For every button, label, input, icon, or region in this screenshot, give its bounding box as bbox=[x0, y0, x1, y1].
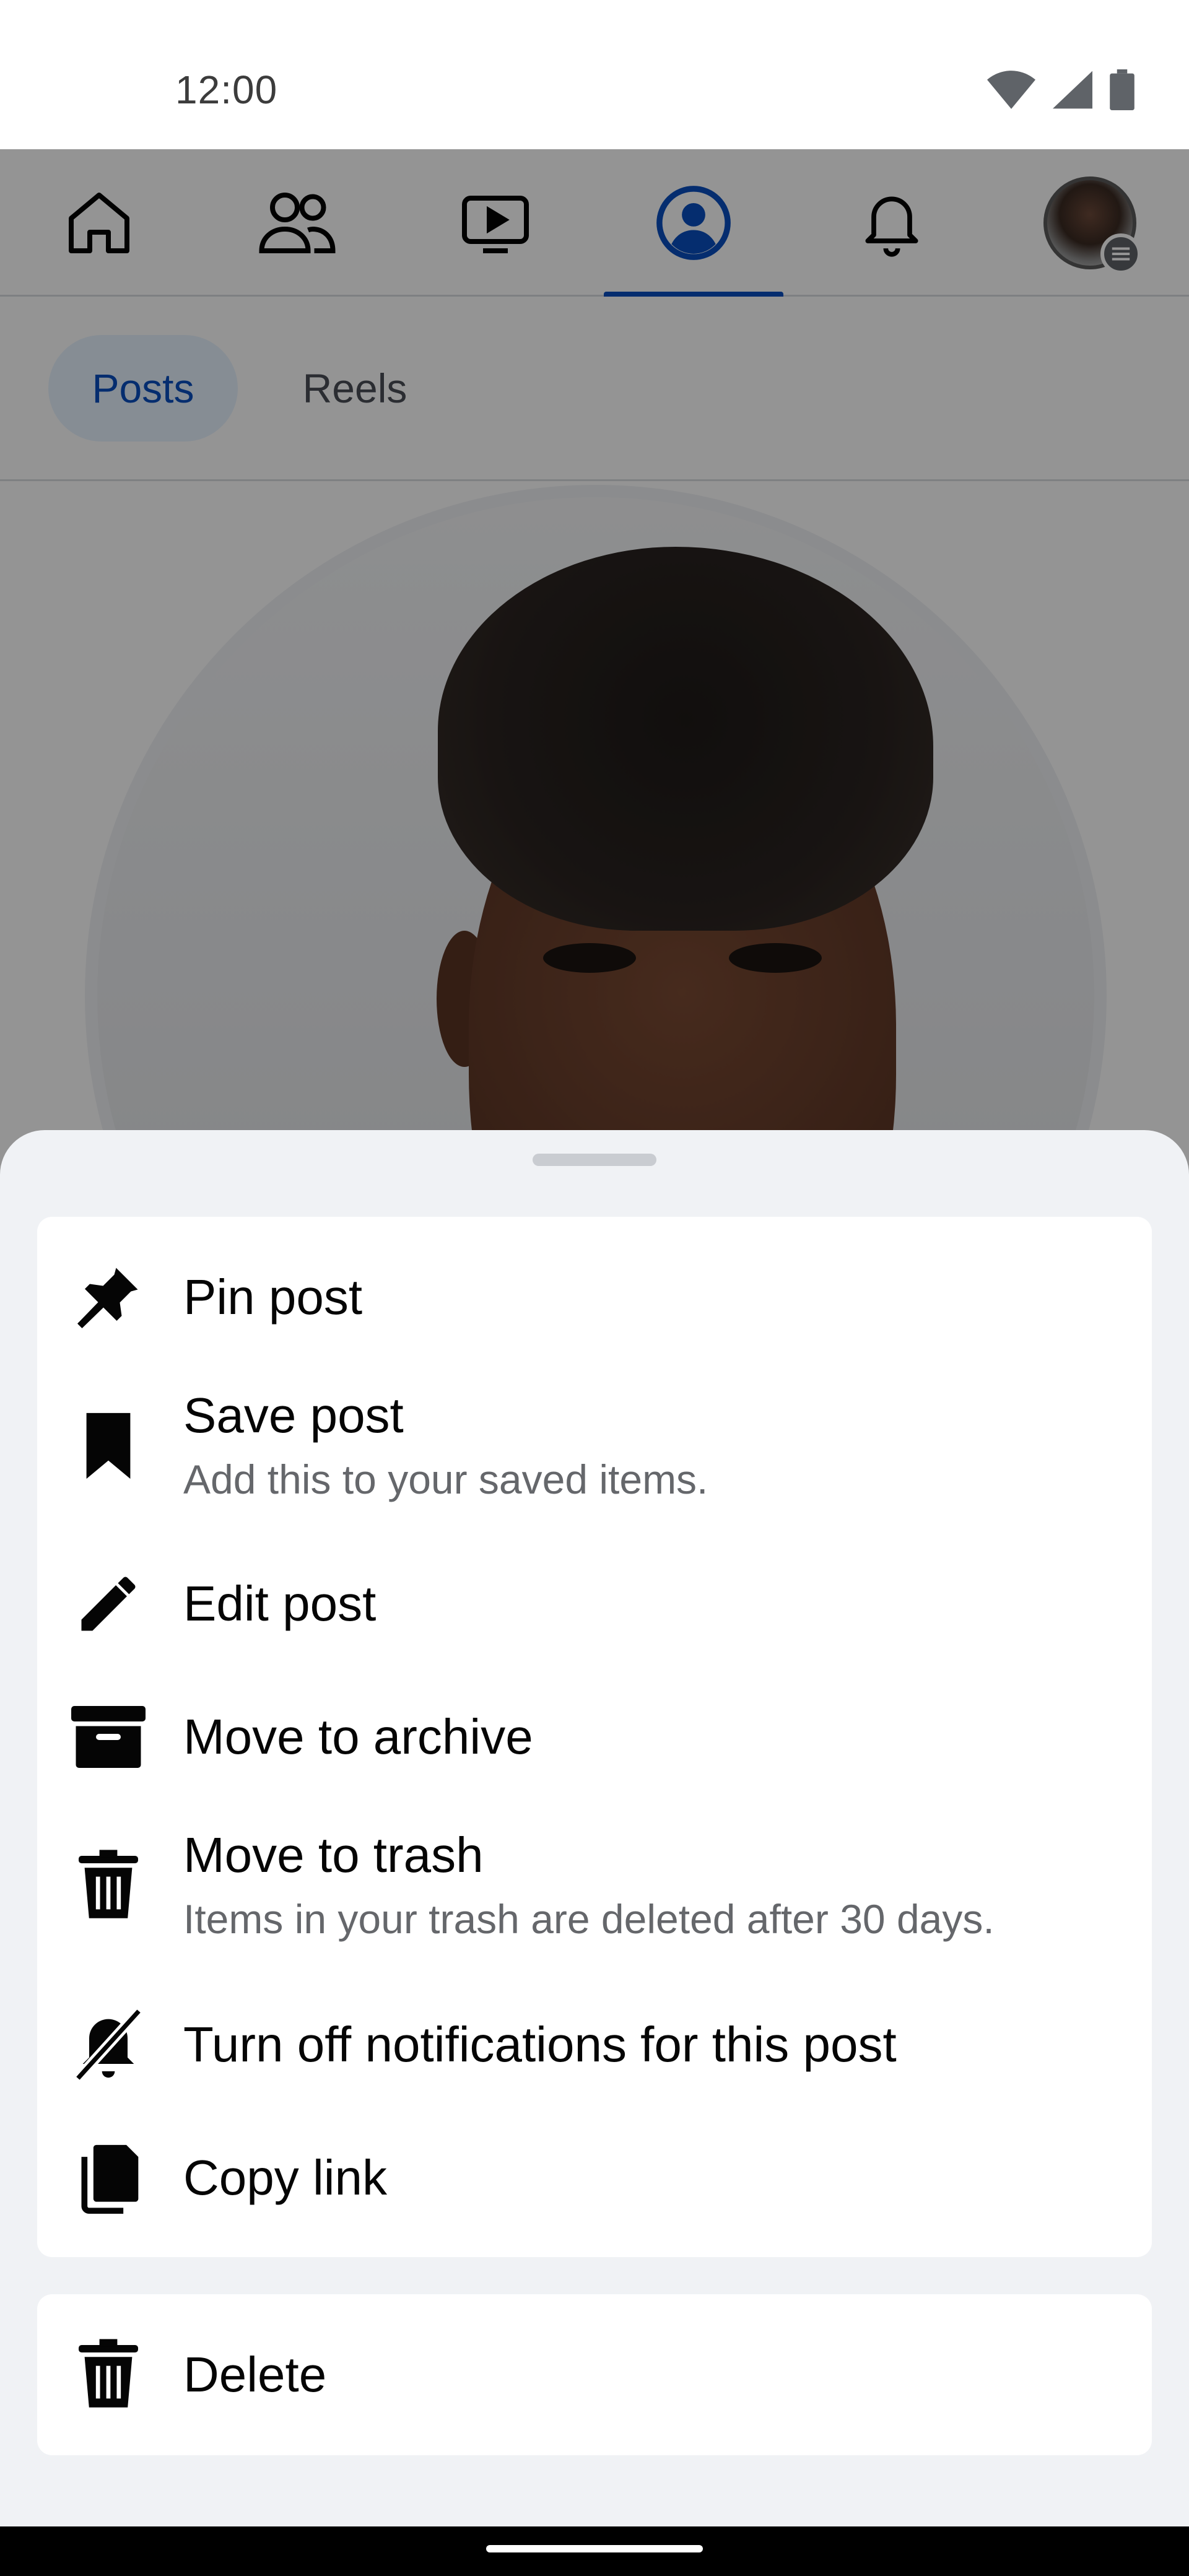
gesture-navigation-bar bbox=[0, 2526, 1189, 2576]
wifi-icon bbox=[987, 71, 1035, 109]
save-post-label: Save post bbox=[183, 1388, 404, 1443]
copy-link-item[interactable]: Copy link bbox=[37, 2134, 1152, 2221]
pencil-icon bbox=[68, 1564, 149, 1644]
pin-post-item[interactable]: Pin post bbox=[37, 1254, 1152, 1341]
bell-off-icon bbox=[68, 2004, 149, 2085]
post-options-sheet: Pin post Save post Add this to your save… bbox=[0, 1130, 1189, 2526]
status-icons bbox=[987, 69, 1135, 110]
move-to-trash-item[interactable]: Move to trash Items in your trash are de… bbox=[37, 1817, 1152, 1954]
trash-icon bbox=[68, 1845, 149, 1926]
sheet-drag-handle[interactable] bbox=[533, 1154, 656, 1166]
save-post-subtitle: Add this to your saved items. bbox=[183, 1456, 708, 1503]
delete-item[interactable]: Delete bbox=[37, 2331, 1152, 2418]
delete-label: Delete bbox=[183, 2347, 327, 2402]
move-to-trash-label: Move to trash bbox=[183, 1827, 484, 1883]
pin-post-label: Pin post bbox=[183, 1269, 363, 1325]
home-gesture-handle[interactable] bbox=[486, 2545, 703, 2552]
edit-post-item[interactable]: Edit post bbox=[37, 1560, 1152, 1647]
copy-icon bbox=[68, 2138, 149, 2218]
move-to-trash-subtitle: Items in your trash are deleted after 30… bbox=[183, 1896, 995, 1943]
cellular-signal-icon bbox=[1053, 71, 1092, 109]
edit-post-label: Edit post bbox=[183, 1576, 377, 1631]
save-post-item[interactable]: Save post Add this to your saved items. bbox=[37, 1378, 1152, 1514]
status-bar: 12:00 bbox=[0, 0, 1189, 149]
turn-off-notifications-label: Turn off notifications for this post bbox=[183, 2017, 897, 2072]
status-time: 12:00 bbox=[175, 67, 278, 112]
options-card: Pin post Save post Add this to your save… bbox=[37, 1217, 1152, 2257]
bookmark-icon bbox=[68, 1406, 149, 1486]
pin-icon bbox=[68, 1257, 149, 1338]
archive-icon bbox=[68, 1697, 149, 1777]
trash-icon bbox=[68, 2334, 149, 2415]
copy-link-label: Copy link bbox=[183, 2150, 388, 2205]
delete-card: Delete bbox=[37, 2294, 1152, 2455]
turn-off-notifications-item[interactable]: Turn off notifications for this post bbox=[37, 2001, 1152, 2088]
move-to-archive-label: Move to archive bbox=[183, 1709, 533, 1764]
move-to-archive-item[interactable]: Move to archive bbox=[37, 1694, 1152, 1780]
battery-icon bbox=[1110, 69, 1135, 110]
